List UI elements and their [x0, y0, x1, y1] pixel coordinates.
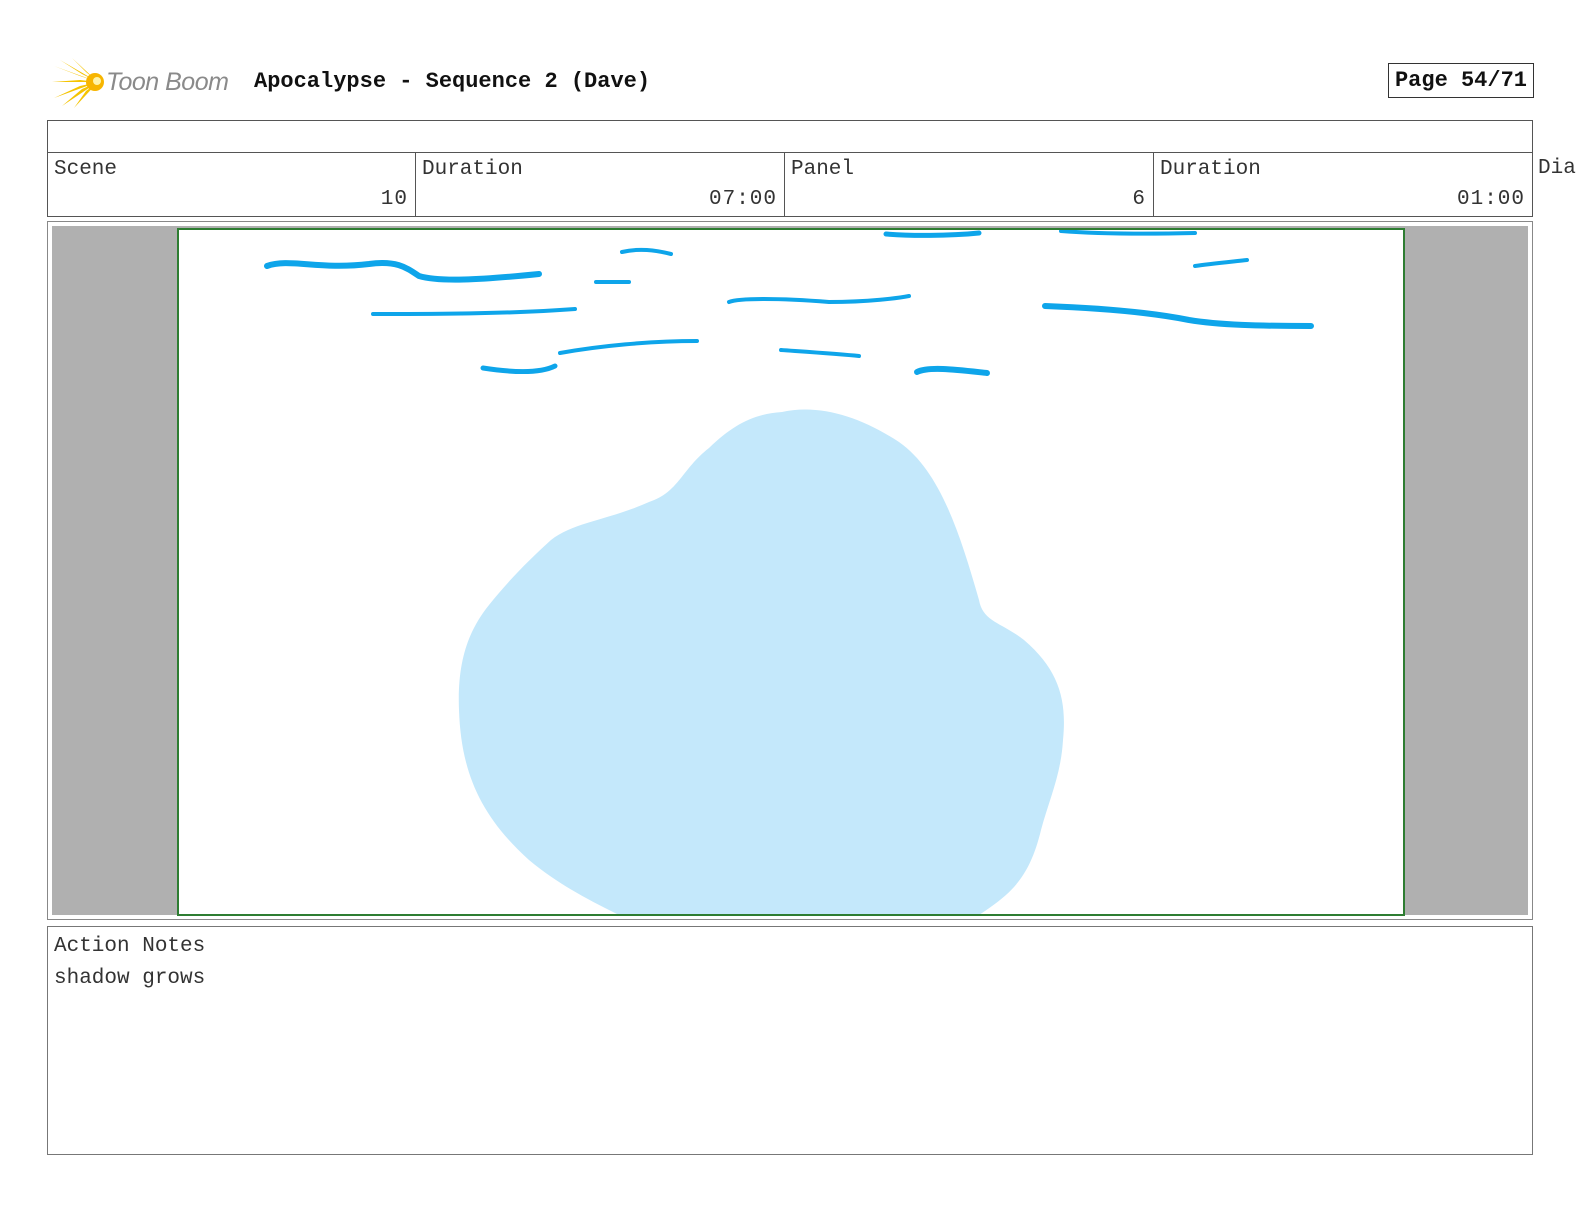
action-notes-box: Action Notes shadow grows	[47, 926, 1533, 1155]
stroke-10	[558, 339, 699, 355]
dialog-label-clipped: Dia	[1538, 157, 1576, 180]
shadow-shape	[458, 409, 1064, 914]
stroke-7	[371, 307, 577, 316]
stroke-11	[480, 363, 558, 374]
scene-label: Scene	[54, 158, 118, 181]
panel-label: Panel	[791, 158, 855, 181]
scene-cell: Scene 10	[48, 153, 416, 217]
panel-cell: Panel 6	[785, 153, 1154, 217]
scene-duration-label: Duration	[422, 158, 523, 181]
stroke-6	[1193, 258, 1249, 268]
panel-duration-cell: Duration 01:00	[1154, 153, 1532, 217]
logo-text: Toon Boom	[106, 68, 229, 96]
scene-value: 10	[380, 188, 408, 211]
panel-value: 6	[1132, 188, 1146, 211]
toon-boom-logo: Toon Boom	[50, 56, 240, 108]
document-title: Apocalypse - Sequence 2 (Dave)	[254, 69, 651, 94]
stroke-8	[727, 294, 911, 304]
page-indicator: Page 54/71	[1387, 63, 1534, 98]
stroke-5	[1059, 230, 1197, 236]
action-notes-label: Action Notes	[54, 935, 206, 958]
stroke-9	[1042, 303, 1314, 329]
panel-duration-value: 01:00	[1456, 188, 1525, 211]
stroke-1	[264, 260, 542, 283]
storyboard-drawing	[177, 228, 1405, 916]
drawing-svg	[264, 230, 1314, 914]
stroke-13	[914, 365, 990, 376]
action-notes-text: shadow grows	[54, 967, 206, 990]
info-top-row	[48, 121, 1532, 153]
panel-duration-label: Duration	[1160, 158, 1261, 181]
info-row: Scene 10 Duration 07:00 Panel 6 Duration…	[48, 153, 1532, 217]
scene-duration-value: 07:00	[708, 188, 777, 211]
scene-duration-cell: Duration 07:00	[416, 153, 785, 217]
starburst-icon	[52, 58, 104, 108]
page-header: Toon Boom Apocalypse - Sequence 2 (Dave)…	[48, 54, 1534, 112]
stroke-4	[883, 230, 982, 238]
stroke-12	[779, 348, 861, 358]
stroke-2	[620, 247, 673, 256]
scene-info-table: Scene 10 Duration 07:00 Panel 6 Duration…	[47, 120, 1533, 217]
